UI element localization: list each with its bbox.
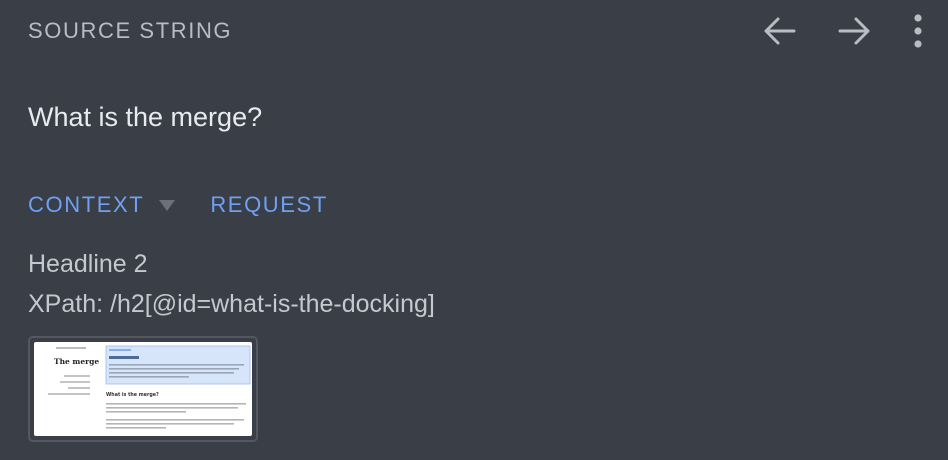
thumb-nav-line — [56, 347, 86, 349]
context-details: Headline 2 XPath: /h2[@id=what-is-the-do… — [28, 244, 435, 324]
thumb-line — [106, 423, 234, 425]
section-title: SOURCE STRING — [28, 18, 233, 43]
thumb-line — [106, 419, 244, 421]
more-vertical-icon[interactable] — [908, 13, 928, 49]
header: SOURCE STRING — [28, 13, 928, 49]
thumb-line — [106, 427, 166, 429]
thumb-line — [106, 407, 238, 409]
thumb-nav-item — [64, 375, 90, 377]
thumb-line — [109, 356, 139, 359]
thumb-line — [109, 376, 189, 378]
thumb-line — [109, 349, 131, 351]
thumb-subheading: What is the merge? — [106, 392, 159, 398]
arrow-left-icon[interactable] — [756, 13, 802, 49]
header-actions — [756, 13, 928, 49]
xpath: XPath: /h2[@id=what-is-the-docking] — [28, 290, 435, 318]
thumb-nav-item — [48, 393, 90, 395]
caret-down-icon — [158, 192, 176, 218]
thumb-line — [109, 364, 244, 366]
context-tabs: CONTEXT REQUEST — [28, 192, 328, 218]
arrow-right-icon[interactable] — [832, 13, 878, 49]
thumb-nav-item — [60, 381, 90, 383]
thumb-nav-item — [68, 387, 90, 389]
element-type: Headline 2 — [28, 250, 148, 278]
tab-request-label: REQUEST — [210, 192, 328, 217]
thumb-line — [109, 368, 239, 370]
screenshot-thumbnail[interactable]: The merge What is the merge? — [28, 336, 258, 442]
source-string-text: What is the merge? — [28, 102, 263, 132]
thumbnail-preview: The merge What is the merge? — [34, 342, 252, 436]
tab-context[interactable]: CONTEXT — [28, 192, 176, 218]
thumb-line — [106, 403, 246, 405]
thumb-page-title: The merge — [54, 357, 99, 366]
thumb-line — [106, 411, 186, 413]
tab-context-label: CONTEXT — [28, 192, 145, 217]
thumb-line — [109, 372, 234, 374]
tab-request[interactable]: REQUEST — [210, 192, 328, 218]
